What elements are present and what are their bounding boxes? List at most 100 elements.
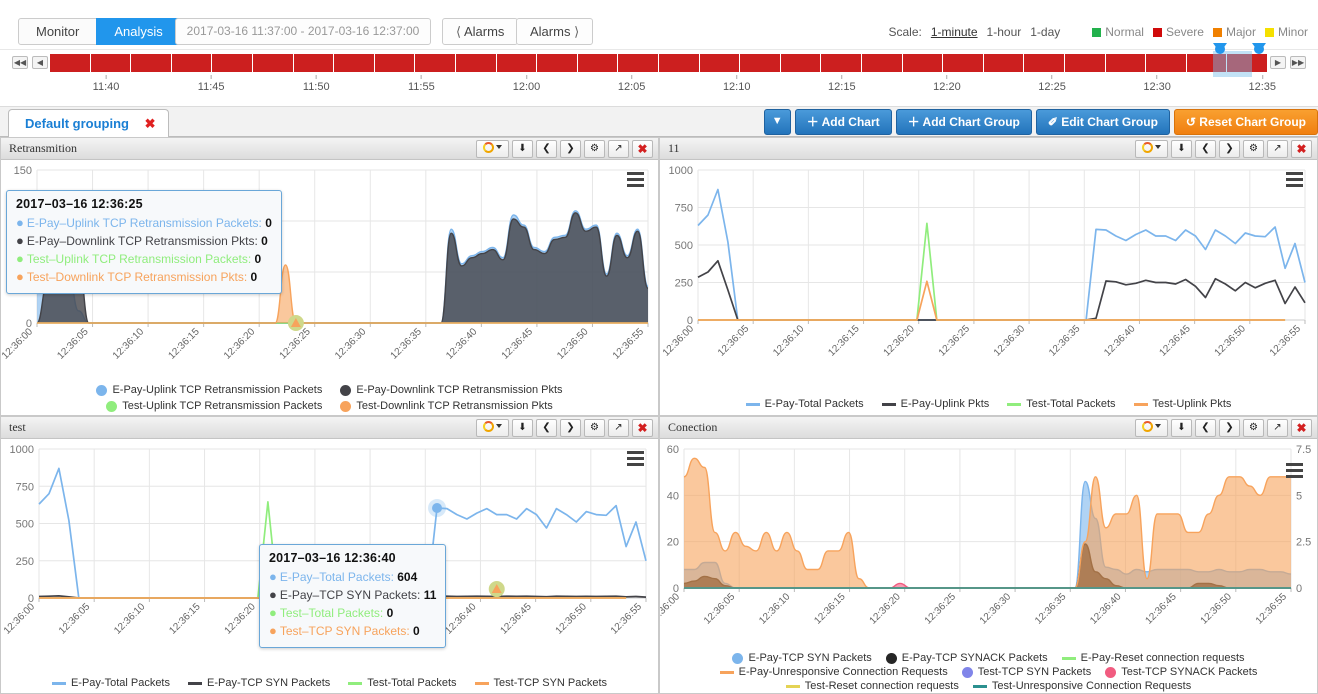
close-panel-button[interactable]: ✖	[1291, 140, 1312, 158]
settings-button[interactable]: ⚙	[584, 140, 605, 158]
timeline-block[interactable]	[902, 54, 944, 72]
data-point-marker[interactable]	[432, 503, 443, 514]
legend-item[interactable]: Test-Reset connection requests	[785, 680, 959, 692]
download-button[interactable]: ⬇	[1171, 140, 1192, 158]
legend-item[interactable]: E-Pay-Total Packets	[745, 398, 864, 410]
edit-chart-group-button[interactable]: ✐ Edit Chart Group	[1035, 109, 1170, 135]
timeline-block[interactable]	[334, 54, 375, 72]
legend-item[interactable]: Test-Uplink Pkts	[1133, 398, 1231, 410]
monitor-button[interactable]: Monitor	[18, 18, 98, 45]
legend-item[interactable]: Test-TCP SYNACK Packets	[1105, 666, 1257, 678]
tab-default-grouping[interactable]: Default grouping ✖	[8, 109, 169, 138]
step-forward-button[interactable]: ❯	[560, 419, 581, 437]
step-back-button[interactable]: ❮	[1195, 419, 1216, 437]
timeline-block[interactable]	[90, 54, 132, 72]
expand-button[interactable]: ↗	[608, 140, 629, 158]
timeline-block[interactable]	[1065, 54, 1106, 72]
chart-context-menu-icon[interactable]	[627, 172, 644, 190]
timeline-handle[interactable]	[1213, 43, 1228, 54]
legend-item[interactable]: E-Pay-TCP SYN Packets	[732, 652, 872, 664]
timeline-block[interactable]	[780, 54, 822, 72]
timeline-block[interactable]	[1024, 54, 1065, 72]
tab-close-icon[interactable]: ✖	[145, 116, 156, 131]
legend-item[interactable]: Test-TCP SYN Packets	[474, 677, 607, 689]
color-picker-button[interactable]	[476, 419, 509, 437]
legend-item[interactable]: E-Pay-Reset connection requests	[1061, 652, 1245, 664]
timeline-block[interactable]	[699, 54, 741, 72]
timeline-block[interactable]	[821, 54, 862, 72]
timeline-block[interactable]	[171, 54, 213, 72]
timeline-block[interactable]	[740, 54, 781, 72]
timeline-block[interactable]	[862, 54, 903, 72]
analysis-button[interactable]: Analysis	[96, 18, 181, 45]
step-forward-button[interactable]: ❯	[560, 140, 581, 158]
timeline-block[interactable]	[456, 54, 497, 72]
legend-item[interactable]: Test-Downlink TCP Retransmission Pkts	[340, 400, 553, 412]
timeline-block[interactable]	[1105, 54, 1147, 72]
timeline-block[interactable]	[983, 54, 1025, 72]
timeline-block[interactable]	[659, 54, 700, 72]
timeline-block[interactable]	[537, 54, 578, 72]
date-range-input[interactable]: 2017-03-16 11:37:00 - 2017-03-16 12:37:0…	[175, 18, 431, 45]
legend-item[interactable]: E-Pay-Total Packets	[51, 677, 170, 689]
expand-button[interactable]: ↗	[1267, 140, 1288, 158]
timeline-block[interactable]	[943, 54, 984, 72]
download-button[interactable]: ⬇	[1171, 419, 1192, 437]
step-back-button[interactable]: ❮	[536, 419, 557, 437]
chart-context-menu-icon[interactable]	[1286, 172, 1303, 190]
download-button[interactable]: ⬇	[512, 140, 533, 158]
legend-item[interactable]: Test-Uplink TCP Retransmission Packets	[106, 400, 322, 412]
legend-item[interactable]: E-Pay-TCP SYN Packets	[188, 677, 330, 689]
close-panel-button[interactable]: ✖	[632, 419, 653, 437]
timeline-prev-button[interactable]: ◀	[32, 56, 48, 69]
step-back-button[interactable]: ❮	[536, 140, 557, 158]
chart-context-menu-icon[interactable]	[1286, 463, 1303, 481]
timeline-selection[interactable]	[1213, 51, 1253, 77]
next-alarm-button[interactable]: Alarms ⟩	[516, 18, 594, 45]
legend-item[interactable]: E-Pay-Uplink TCP Retransmission Packets	[96, 384, 322, 396]
timeline-track[interactable]	[50, 43, 1268, 77]
close-panel-button[interactable]: ✖	[1291, 419, 1312, 437]
legend-item[interactable]: Test-Total Packets	[1007, 398, 1116, 410]
expand-button[interactable]: ↗	[608, 419, 629, 437]
timeline-block[interactable]	[618, 54, 659, 72]
legend-item[interactable]: E-Pay-Uplink Pkts	[881, 398, 989, 410]
legend-item[interactable]: E-Pay-Downlink TCP Retransmission Pkts	[340, 384, 563, 396]
chart-body[interactable]: 05010015012:36:0012:36:0512:36:1012:36:1…	[1, 160, 658, 415]
chevron-down-icon[interactable]: ▼	[763, 109, 791, 135]
timeline-block[interactable]	[374, 54, 416, 72]
chart-body[interactable]: 0 20 40 60 0 2.5 5 7.5 12:36:00 12:36:05 12:36:10 1…	[660, 439, 1317, 693]
timeline-block[interactable]	[1146, 54, 1187, 72]
timeline-block[interactable]	[212, 54, 253, 72]
legend-item[interactable]: Test-TCP SYN Packets	[961, 666, 1091, 678]
legend-item[interactable]: Test-Unresponsive Connection Requests	[972, 680, 1191, 692]
chart-context-menu-icon[interactable]	[627, 451, 644, 469]
previous-alarm-button[interactable]: ⟨ Alarms	[442, 18, 519, 45]
legend-item[interactable]: E-Pay-Unresponsive Connection Requests	[719, 666, 948, 678]
timeline-scrubber[interactable]: ◀◀ ◀ ▶ ▶▶ 11:40 11:45 11:50 11:55 12:00 12:05…	[0, 43, 1318, 107]
close-panel-button[interactable]: ✖	[632, 140, 653, 158]
timeline-block[interactable]	[496, 54, 538, 72]
plot-area-11[interactable]: 0 250 500 750 1000 12:36:00 12:36:05 12:36:10 12…	[660, 160, 1317, 415]
settings-button[interactable]: ⚙	[1243, 140, 1264, 158]
timeline-last-button[interactable]: ▶▶	[1290, 56, 1306, 69]
settings-button[interactable]: ⚙	[1243, 419, 1264, 437]
expand-button[interactable]: ↗	[1267, 419, 1288, 437]
step-back-button[interactable]: ❮	[1195, 140, 1216, 158]
download-button[interactable]: ⬇	[512, 419, 533, 437]
timeline-first-button[interactable]: ◀◀	[12, 56, 28, 69]
scale-option-1-minute[interactable]: 1-minute	[931, 25, 978, 39]
legend-item[interactable]: Test-Total Packets	[348, 677, 457, 689]
settings-button[interactable]: ⚙	[584, 419, 605, 437]
step-forward-button[interactable]: ❯	[1219, 140, 1240, 158]
timeline-handle[interactable]	[1252, 43, 1267, 54]
add-chart-button[interactable]: ＋ Add Chart	[794, 109, 892, 135]
color-picker-button[interactable]	[1135, 419, 1168, 437]
chart-body[interactable]: 0 250 500 750 1000 12:36:00 12:36:05 12:36:10 12…	[1, 439, 658, 693]
scale-option-1-hour[interactable]: 1-hour	[987, 25, 1022, 39]
step-forward-button[interactable]: ❯	[1219, 419, 1240, 437]
timeline-block[interactable]	[293, 54, 335, 72]
scale-option-1-day[interactable]: 1-day	[1030, 25, 1060, 39]
color-picker-button[interactable]	[476, 140, 509, 158]
reset-chart-group-button[interactable]: ↺ Reset Chart Group	[1173, 109, 1318, 135]
